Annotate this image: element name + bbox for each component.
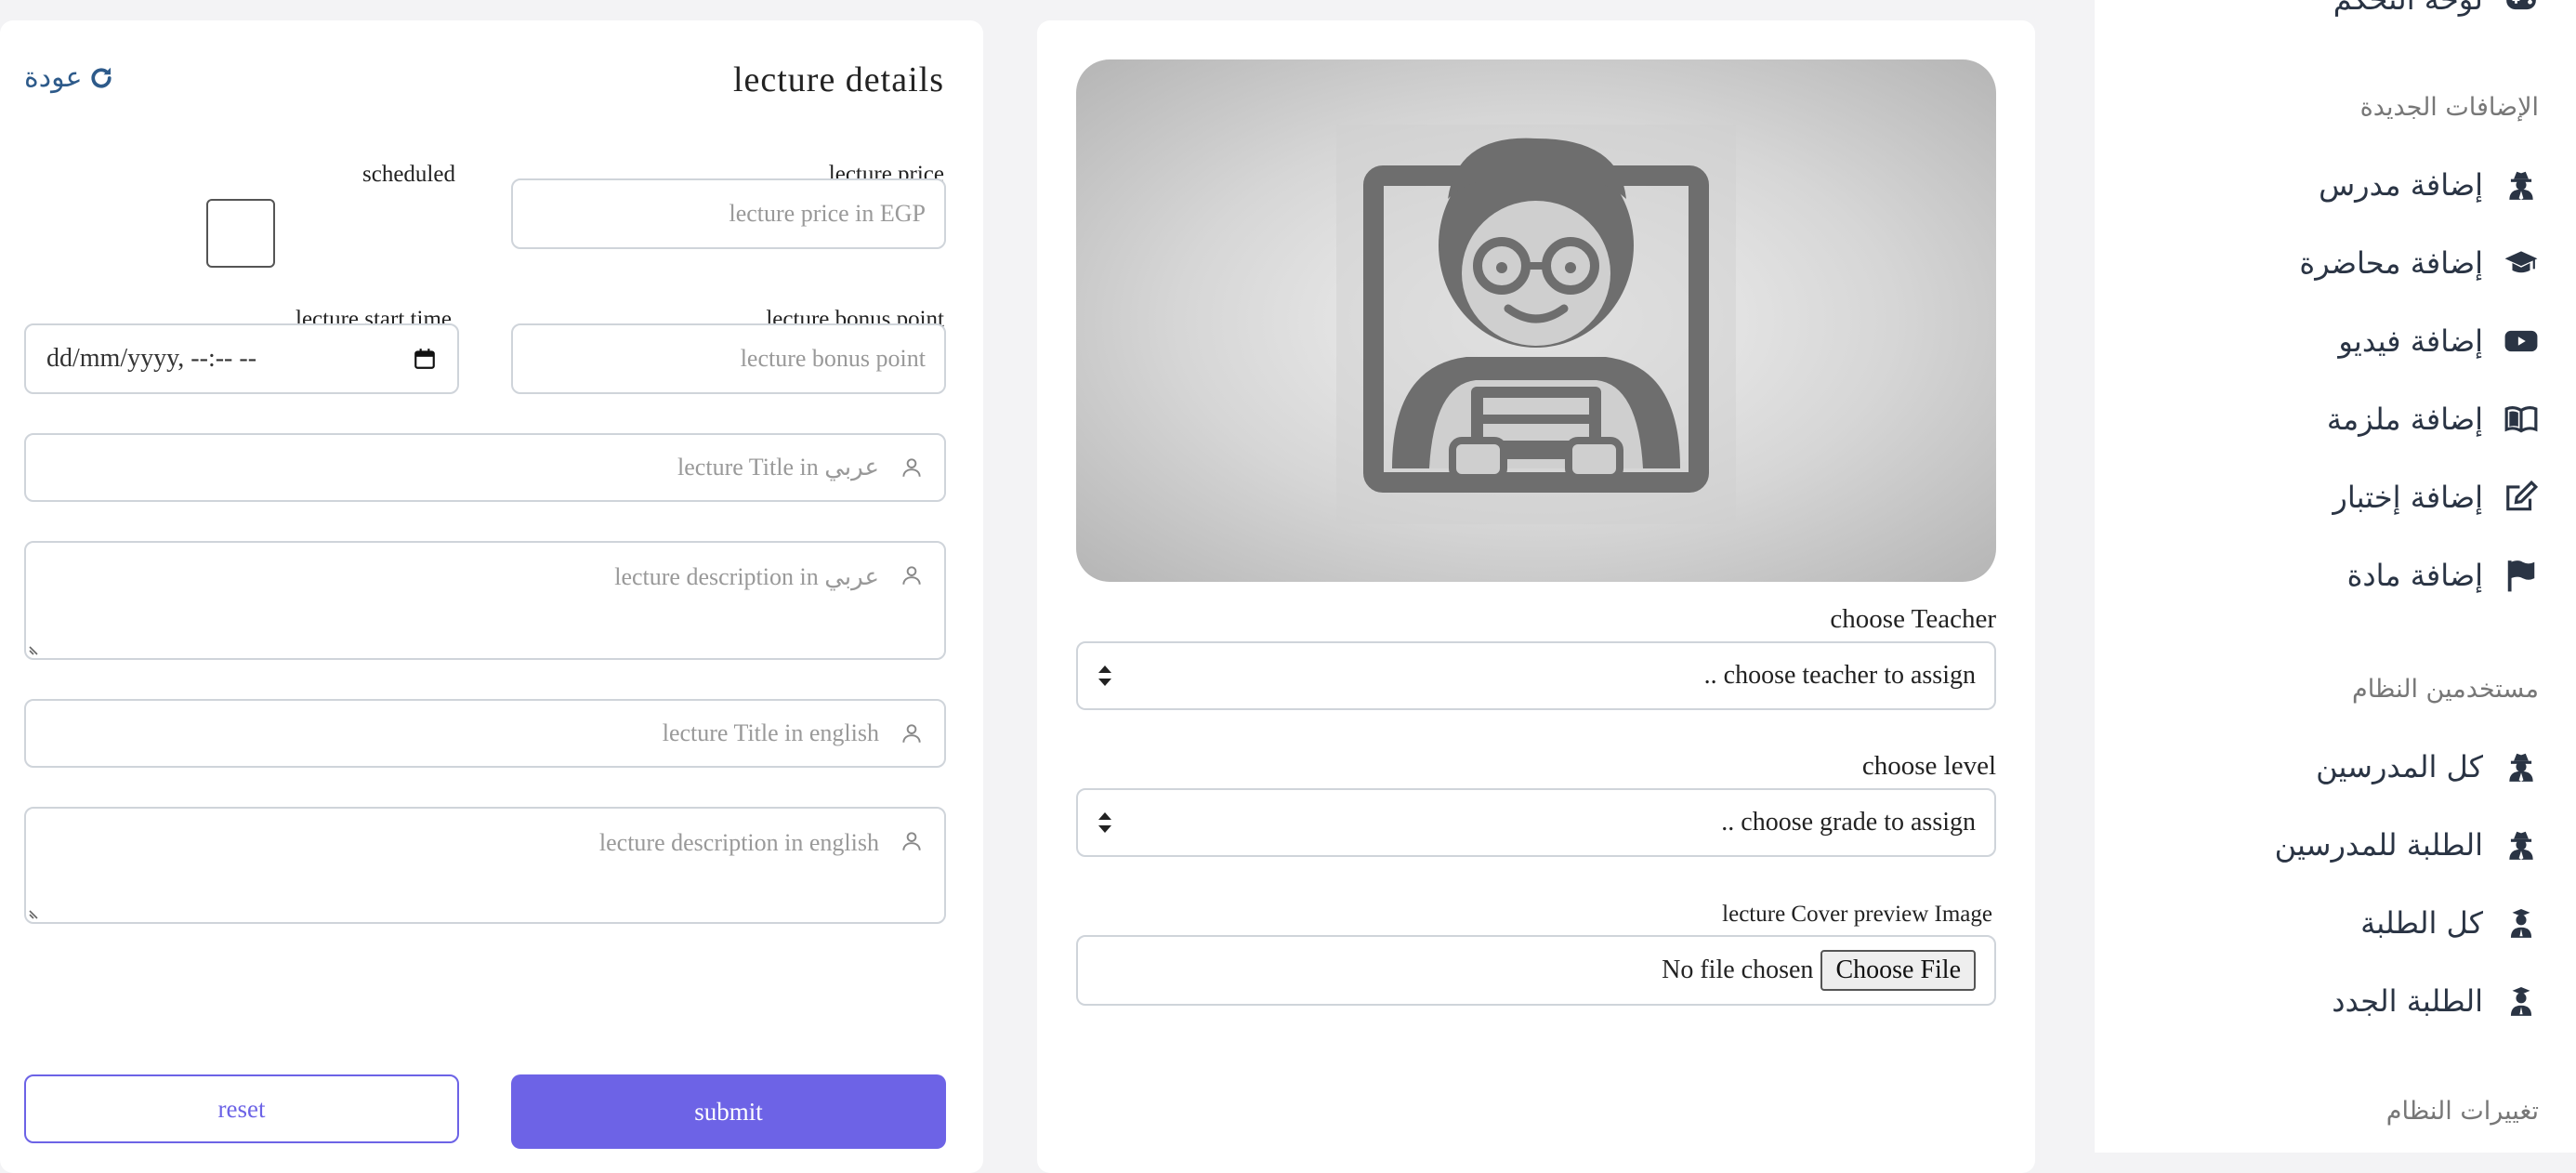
sidebar-item-label: لوحة التحكم: [2333, 0, 2483, 17]
level-select[interactable]: .. choose grade to assign: [1076, 788, 1996, 857]
teacher-select[interactable]: .. choose teacher to assign: [1076, 641, 1996, 710]
user-icon: [879, 455, 944, 480]
sidebar-item-label: إضافة إختبار: [2333, 480, 2483, 515]
select-arrows-icon: [1098, 812, 1111, 833]
bonus-placeholder: lecture bonus point: [740, 345, 926, 372]
scheduled-label: scheduled: [362, 162, 455, 187]
edit-icon: [2506, 480, 2539, 511]
sidebar-item-label: إضافة محاضرة: [2299, 245, 2483, 281]
sidebar-item-add-subject[interactable]: إضافة مادة: [2347, 558, 2539, 593]
start-time-value: dd/mm/yyyy, --:-- --: [46, 344, 257, 373]
user-secret-icon: [2509, 171, 2533, 200]
sidebar-item-all-teachers[interactable]: كل المدرسين: [2316, 749, 2539, 784]
sidebar-item-add-exam[interactable]: إضافة إختبار: [2333, 480, 2539, 515]
teacher-select-value: .. choose teacher to assign: [1703, 661, 1976, 690]
desc-ar-textarea[interactable]: lecture description in عربي: [24, 541, 946, 660]
gamepad-icon: [2506, 0, 2536, 10]
resize-handle-icon[interactable]: [28, 639, 45, 656]
level-select-value: .. choose grade to assign: [1721, 808, 1976, 837]
back-button[interactable]: عودة: [24, 61, 115, 94]
cover-file-input[interactable]: No file chosen Choose File: [1076, 935, 1996, 1006]
book-open-icon: [2504, 406, 2538, 433]
scheduled-checkbox[interactable]: [206, 199, 275, 268]
sidebar-item-teacher-students[interactable]: الطلبة للمدرسين: [2275, 827, 2539, 863]
level-label: choose level: [1861, 751, 1996, 781]
user-secret-icon: [2509, 753, 2533, 782]
sidebar-item-add-lecture[interactable]: إضافة محاضرة: [2299, 245, 2539, 281]
sidebar-item-label: الطلبة للمدرسين: [2274, 827, 2483, 863]
sidebar-item-label: إضافة مدرس: [2319, 167, 2483, 203]
sidebar-item-label: إضافة ملزمة: [2326, 402, 2483, 437]
youtube-icon: [2504, 330, 2538, 352]
refresh-icon: [91, 67, 112, 88]
resize-handle-icon[interactable]: [28, 903, 45, 920]
sidebar-section-system: تغييرات النظام: [2385, 1097, 2539, 1126]
lecture-preview-card: choose Teacher .. choose teacher to assi…: [1037, 20, 2035, 1173]
back-label: عودة: [24, 61, 83, 94]
desc-en-textarea[interactable]: lecture description in english: [24, 807, 946, 924]
sidebar-item-label: كل المدرسين: [2316, 749, 2483, 784]
user-icon: [879, 721, 944, 745]
desc-ar-placeholder: lecture description in عربي: [614, 563, 879, 590]
sidebar-item-dashboard[interactable]: لوحة التحكم: [2333, 0, 2539, 17]
sidebar-item-label: إضافة مادة: [2346, 558, 2483, 593]
desc-en-placeholder: lecture description in english: [598, 829, 879, 856]
cover-label: lecture Cover preview Image: [1722, 902, 1992, 927]
title-ar-input[interactable]: lecture Title in عربي: [24, 433, 946, 502]
user-icon: [879, 563, 944, 587]
student-icon: [2510, 908, 2532, 938]
bonus-input[interactable]: lecture bonus point: [511, 323, 946, 394]
user-secret-icon: [2509, 831, 2533, 860]
teacher-avatar-icon: [1336, 125, 1736, 524]
submit-button[interactable]: submit: [511, 1074, 946, 1149]
form-title: lecture details: [732, 60, 944, 99]
cover-preview-image: [1076, 59, 1996, 582]
reset-button[interactable]: reset: [24, 1074, 459, 1143]
sidebar-item-label: إضافة فيديو: [2338, 323, 2483, 359]
graduation-cap-icon: [2504, 251, 2538, 273]
title-en-input[interactable]: lecture Title in english: [24, 699, 946, 768]
title-ar-placeholder: lecture Title in عربي: [677, 454, 879, 481]
flag-icon: [2507, 560, 2535, 592]
sidebar-item-all-students[interactable]: كل الطلبة: [2360, 905, 2539, 941]
sidebar-item-label: الطلبة الجدد: [2332, 983, 2483, 1019]
sidebar-item-add-video[interactable]: إضافة فيديو: [2338, 323, 2539, 359]
sidebar-item-label: كل الطلبة: [2360, 905, 2483, 941]
price-placeholder: lecture price in EGP: [729, 200, 926, 227]
sidebar-section-new: الإضافات الجديدة: [2359, 93, 2539, 122]
calendar-icon[interactable]: [413, 347, 437, 371]
sidebar: لوحة التحكم الإضافات الجديدة إضافة مدرس …: [2095, 0, 2576, 1153]
select-arrows-icon: [1098, 666, 1111, 686]
sidebar-item-new-students[interactable]: الطلبة الجدد: [2332, 983, 2539, 1019]
teacher-label: choose Teacher: [1830, 604, 1996, 634]
lecture-form-card: lecture details عودة lecture price lectu…: [0, 20, 983, 1173]
price-input[interactable]: lecture price in EGP: [511, 178, 946, 249]
file-status: No file chosen: [1662, 956, 1814, 984]
title-en-placeholder: lecture Title in english: [662, 719, 879, 746]
choose-file-button[interactable]: Choose File: [1820, 950, 1976, 991]
sidebar-section-users: مستخدمين النظام: [2351, 675, 2539, 704]
user-icon: [879, 829, 944, 853]
sidebar-item-add-teacher[interactable]: إضافة مدرس: [2319, 167, 2539, 203]
student-icon: [2510, 986, 2532, 1016]
start-time-input[interactable]: dd/mm/yyyy, --:-- --: [24, 323, 459, 394]
sidebar-item-add-booklet[interactable]: إضافة ملزمة: [2327, 402, 2539, 437]
